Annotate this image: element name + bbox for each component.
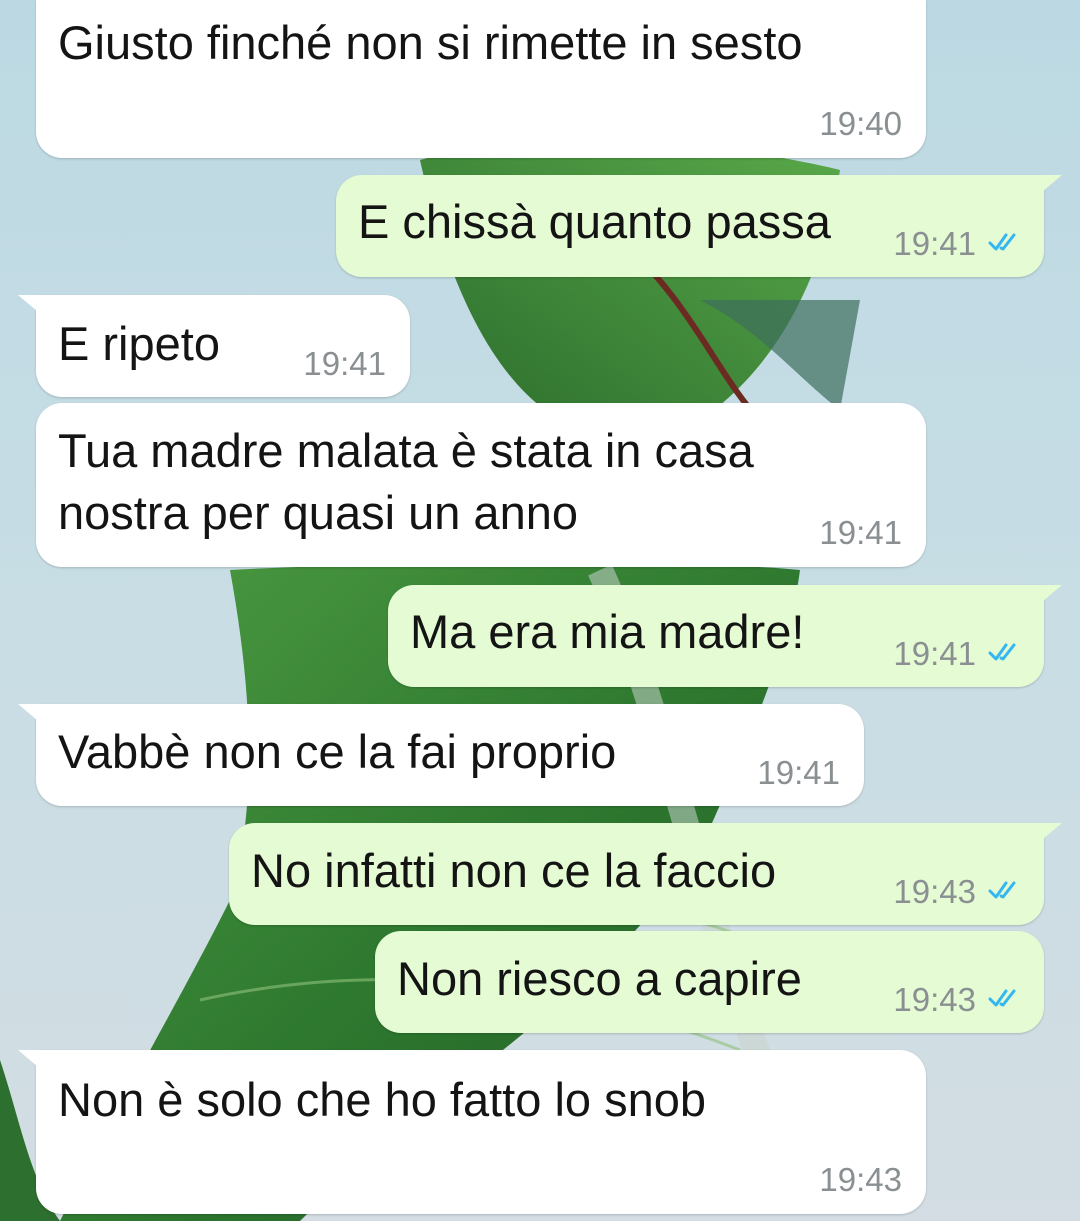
- outgoing-message[interactable]: Non riesco a capire 19:43: [375, 931, 1044, 1033]
- message-time: 19:41: [757, 754, 840, 791]
- message-time: 19:40: [819, 105, 902, 142]
- message-text: E ripeto: [58, 317, 220, 370]
- outgoing-message[interactable]: E chissà quanto passa 19:41: [336, 175, 1062, 277]
- message-text: Vabbè non ce la fai proprio: [58, 725, 617, 778]
- message-text-line: nostra per quasi un anno: [58, 486, 578, 539]
- outgoing-message[interactable]: No infatti non ce la faccio 19:43: [229, 823, 1062, 925]
- message-time: 19:43: [893, 873, 976, 910]
- message-time: 19:41: [819, 514, 902, 551]
- message-text: E chissà quanto passa: [358, 195, 831, 248]
- double-check-icon: [988, 989, 1016, 1007]
- message-time: 19:43: [893, 981, 976, 1018]
- incoming-message[interactable]: E ripeto 19:41: [18, 295, 410, 397]
- message-time: 19:41: [893, 225, 976, 262]
- double-check-icon: [988, 233, 1016, 251]
- message-text: No infatti non ce la faccio: [251, 844, 777, 897]
- message-time: 19:43: [819, 1161, 902, 1198]
- message-time: 19:41: [893, 635, 976, 672]
- outgoing-message[interactable]: Ma era mia madre! 19:41: [388, 585, 1062, 687]
- message-list[interactable]: Giusto finché non si rimette in sesto 19…: [0, 0, 1080, 1221]
- message-text-line: Tua madre malata è stata in casa: [58, 424, 754, 477]
- message-text: Giusto finché non si rimette in sesto: [58, 16, 803, 69]
- incoming-message[interactable]: Vabbè non ce la fai proprio 19:41: [18, 704, 864, 806]
- double-check-icon: [988, 643, 1016, 661]
- double-check-icon: [988, 881, 1016, 899]
- message-time: 19:41: [303, 345, 386, 382]
- message-text: Non riesco a capire: [397, 952, 802, 1005]
- incoming-message[interactable]: Tua madre malata è stata in casa nostra …: [36, 403, 926, 567]
- message-text: Non è solo che ho fatto lo snob: [58, 1073, 706, 1126]
- incoming-message[interactable]: Non è solo che ho fatto lo snob 19:43: [18, 1050, 926, 1214]
- incoming-message[interactable]: Giusto finché non si rimette in sesto 19…: [36, 0, 926, 158]
- message-text: Ma era mia madre!: [410, 605, 805, 658]
